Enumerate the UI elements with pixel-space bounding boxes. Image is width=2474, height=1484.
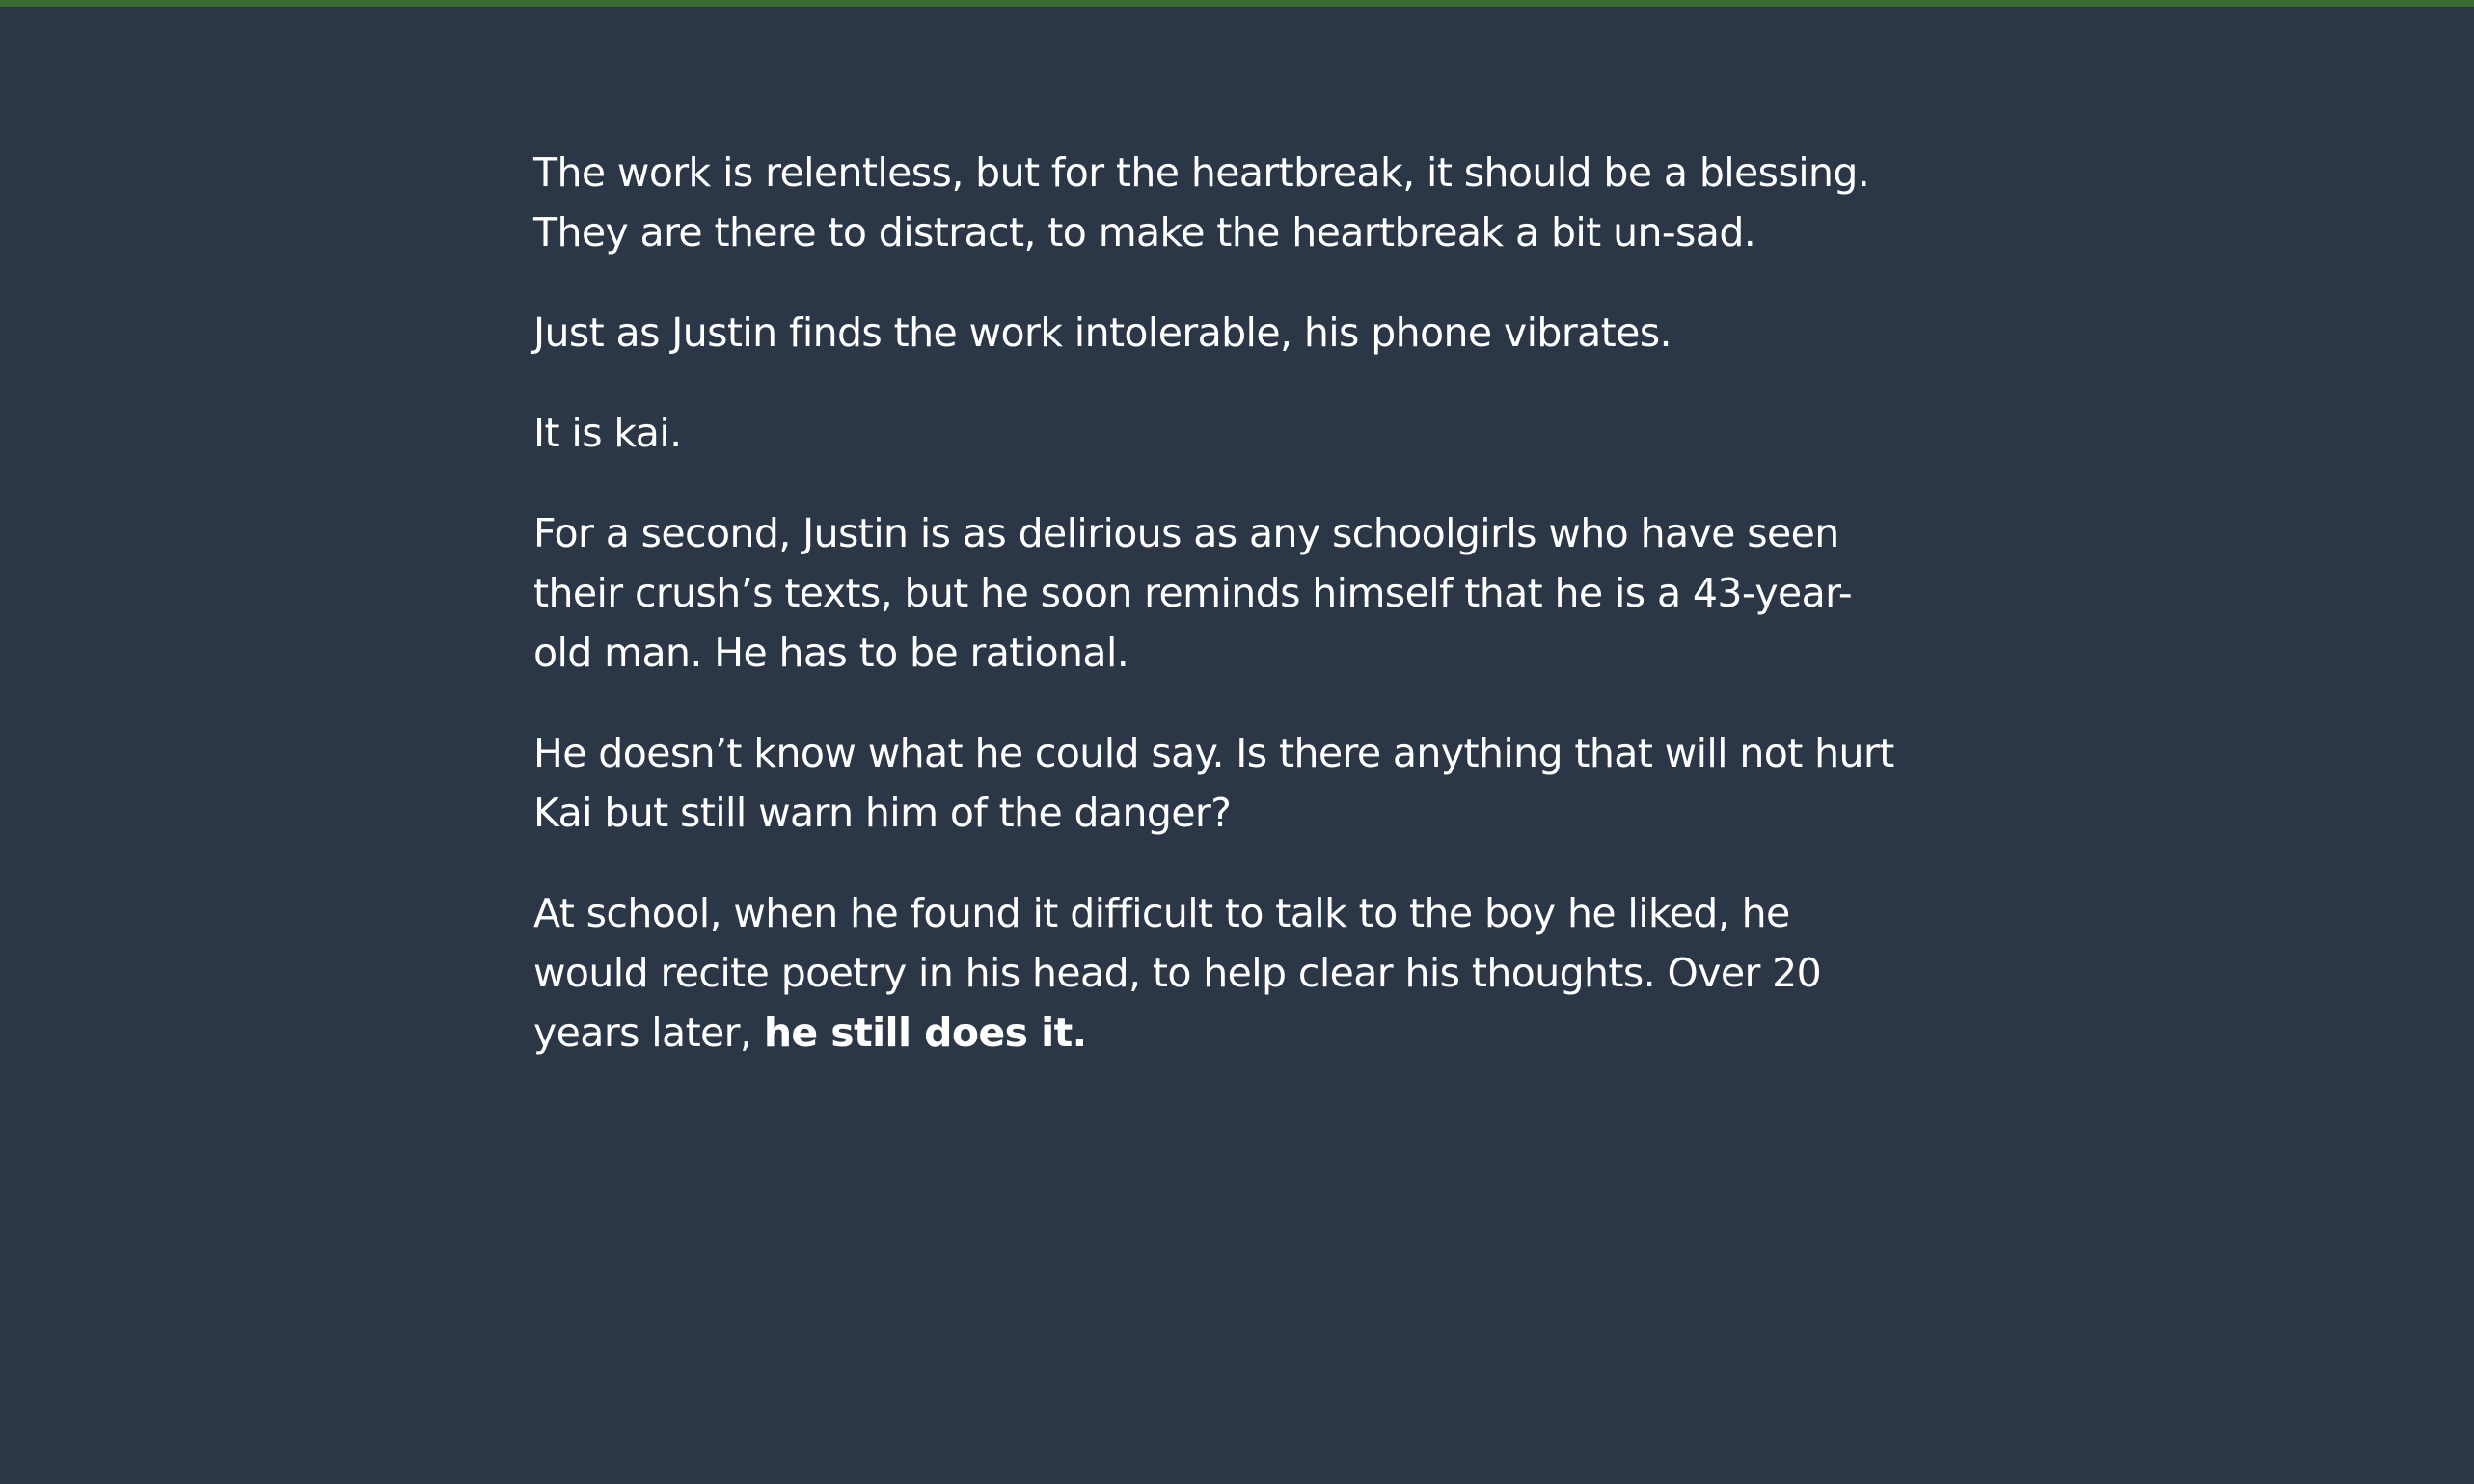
story-emphasis: he still does it. bbox=[763, 1010, 1087, 1056]
story-paragraph-4: For a second, Justin is as delirious as … bbox=[533, 510, 1853, 676]
story-paragraph-6: At school, when he found it difficult to… bbox=[533, 883, 1903, 1063]
story-paragraph-1: The work is relentless, but for the hear… bbox=[533, 149, 1870, 256]
story-text: The work is relentless, but for the hear… bbox=[533, 143, 1903, 1063]
story-paragraph-2: Just as Justin finds the work intolerabl… bbox=[533, 310, 1672, 356]
story-paragraph-6-text: At school, when he found it difficult to… bbox=[533, 890, 1822, 1056]
top-accent-bar bbox=[0, 0, 2474, 7]
story-paragraph-3: It is kai. bbox=[533, 410, 682, 456]
story-paragraph-5: He doesn’t know what he could say. Is th… bbox=[533, 730, 1894, 836]
